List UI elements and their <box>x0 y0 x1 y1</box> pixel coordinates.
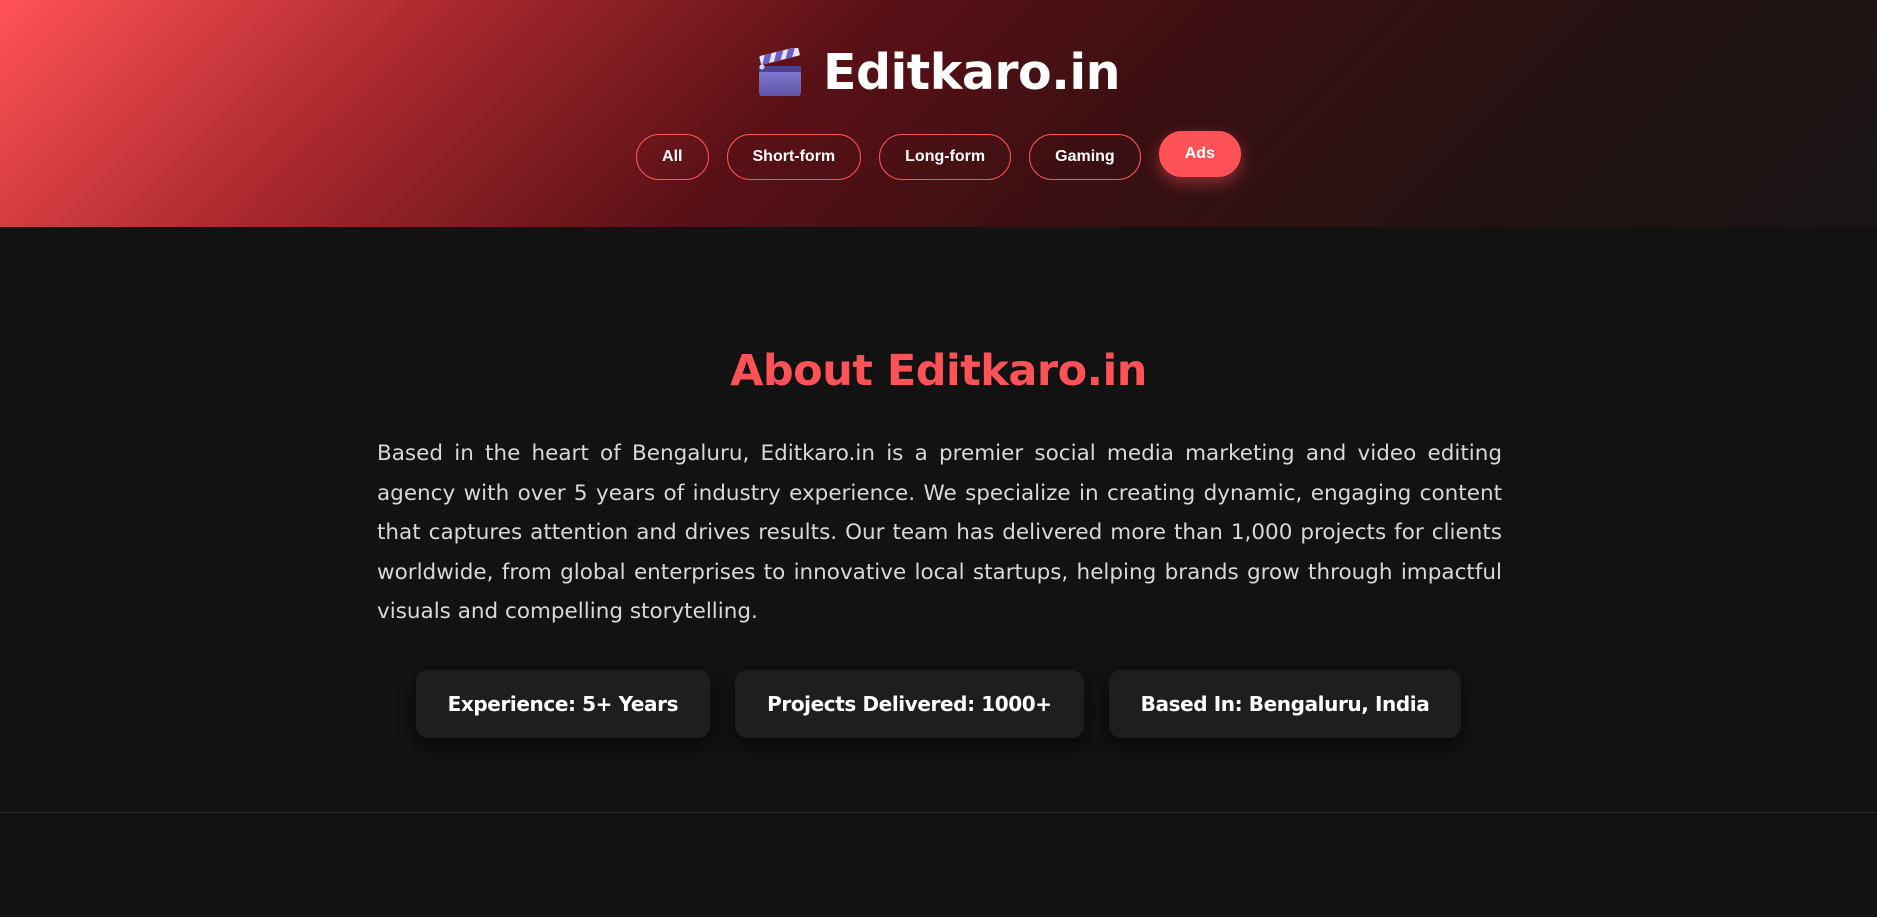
filter-long-form-button[interactable]: Long-form <box>879 134 1012 180</box>
stat-card-experience: Experience: 5+ Years <box>415 670 711 738</box>
filter-ads-button[interactable]: Ads <box>1158 131 1241 177</box>
category-filters: All Short-form Long-form Gaming Ads <box>0 131 1877 180</box>
clapperboard-icon <box>757 46 803 98</box>
filter-gaming-button[interactable]: Gaming <box>1029 134 1141 180</box>
filter-short-form-button[interactable]: Short-form <box>726 134 862 180</box>
stat-card-projects: Projects Delivered: 1000+ <box>735 670 1084 738</box>
filter-all-button[interactable]: All <box>636 134 709 180</box>
hero-header: Editkaro.in All Short-form Long-form Gam… <box>0 0 1877 227</box>
stats-row: Experience: 5+ Years Projects Delivered:… <box>0 670 1877 738</box>
about-heading: About Editkaro.in <box>730 346 1147 396</box>
about-paragraph: Based in the heart of Bengaluru, Editkar… <box>377 441 1502 624</box>
stat-card-location: Based In: Bengaluru, India <box>1108 670 1462 738</box>
brand: Editkaro.in <box>0 42 1877 104</box>
section-divider <box>0 812 1877 813</box>
site-title: Editkaro.in <box>822 44 1121 101</box>
